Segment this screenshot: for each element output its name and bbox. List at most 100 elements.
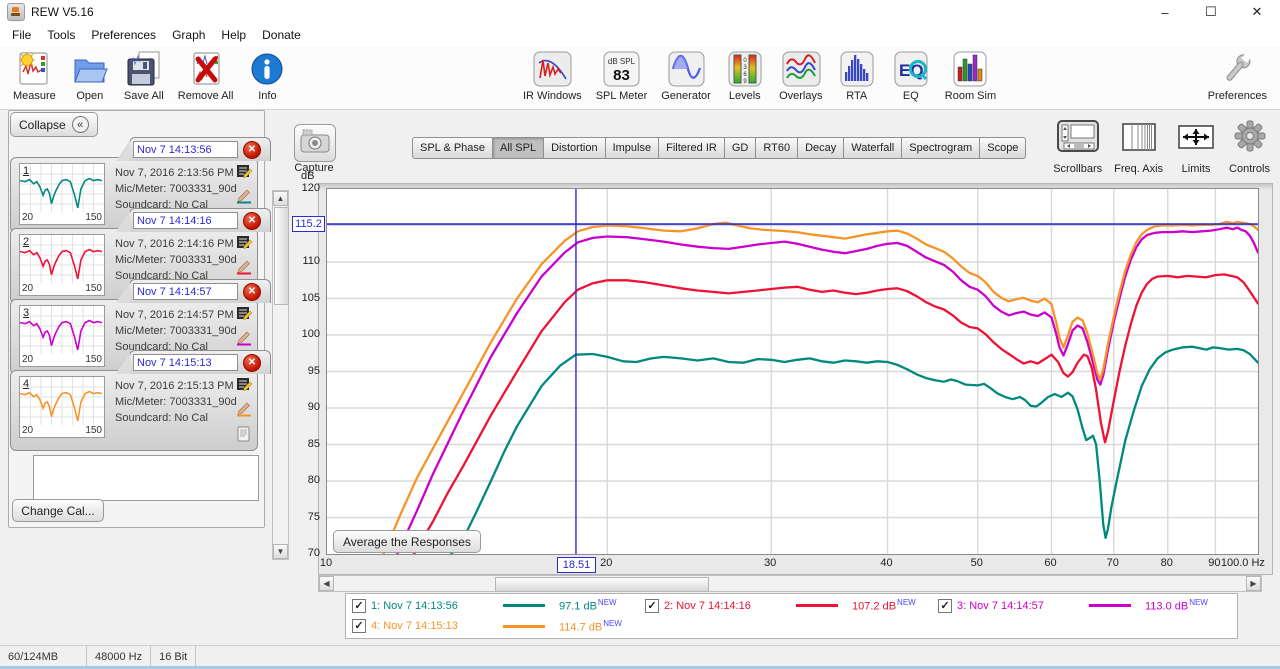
legend-checkbox[interactable]: ✓ [352, 599, 366, 613]
notes-icon[interactable] [236, 163, 252, 184]
toolbar-info-button[interactable]: Info [247, 50, 287, 102]
new-badge: NEW [603, 619, 622, 628]
menu-tools[interactable]: Tools [39, 25, 83, 45]
svg-text:83: 83 [614, 67, 631, 84]
y-axis-tick-label: 75 [286, 511, 320, 523]
trace-style-icon[interactable] [236, 188, 252, 209]
measurement-number: 1 [23, 165, 29, 177]
menu-graph[interactable]: Graph [164, 25, 213, 45]
frequency-scrollbar[interactable]: ◀ ▶ [318, 575, 1262, 592]
tab-spl-phase[interactable]: SPL & Phase [412, 137, 493, 159]
tab-gd[interactable]: GD [725, 137, 757, 159]
trace-style-icon[interactable] [236, 401, 252, 422]
limits-button[interactable]: Limits [1175, 118, 1217, 175]
toolbar-overlays-button[interactable]: Overlays [779, 50, 823, 102]
rta-icon [837, 50, 877, 88]
close-button[interactable]: ✕ [1234, 0, 1280, 24]
scrollbars-icon [1055, 118, 1101, 161]
legend-checkbox[interactable]: ✓ [352, 619, 366, 633]
measurement-thumbnail[interactable]: 220150 [19, 234, 105, 296]
toolbar-measure-button[interactable]: Measure [13, 50, 56, 102]
controls-button[interactable]: Controls [1229, 118, 1270, 175]
x-axis-tick-label: 70 [1107, 557, 1119, 569]
notes-icon[interactable] [236, 234, 252, 255]
toolbar-open-button[interactable]: Open [70, 50, 110, 102]
measurement-thumbnail[interactable]: 120150 [19, 163, 105, 225]
scrollbar-thumb[interactable] [495, 577, 709, 592]
measurement-name-input[interactable]: Nov 7 14:13:56 [133, 141, 238, 158]
measurement-thumbnail[interactable]: 420150 [19, 376, 105, 438]
menu-preferences[interactable]: Preferences [83, 25, 164, 45]
menu-bar: FileToolsPreferencesGraphHelpDonate [0, 24, 1280, 46]
toolbar-button-label: Generator [661, 90, 711, 102]
scroll-left-arrow[interactable]: ◀ [319, 576, 334, 591]
maximize-button[interactable]: ☐ [1188, 0, 1234, 24]
delete-measurement-button[interactable]: ✕ [243, 141, 261, 159]
toolbar-remove-all-button[interactable]: Remove All [178, 50, 234, 102]
cal-file-icon[interactable] [236, 426, 252, 447]
tab-impulse[interactable]: Impulse [606, 137, 660, 159]
tab-decay[interactable]: Decay [798, 137, 844, 159]
tab-all-spl[interactable]: All SPL [493, 137, 544, 159]
tab-scope[interactable]: Scope [980, 137, 1026, 159]
notes-icon[interactable] [236, 376, 252, 397]
svg-text:dB SPL: dB SPL [608, 57, 636, 66]
delete-measurement-button[interactable]: ✕ [243, 212, 261, 230]
capture-button[interactable] [294, 124, 336, 162]
legend-line-sample [1089, 604, 1131, 607]
toolbar-levels-button[interactable]: 0369Levels [725, 50, 765, 102]
legend-checkbox[interactable]: ✓ [645, 599, 659, 613]
menu-help[interactable]: Help [213, 25, 254, 45]
legend-series-name: 1: Nov 7 14:13:56 [371, 600, 503, 612]
toolbar-room-sim-button[interactable]: Room Sim [945, 50, 996, 102]
measurement-number: 3 [23, 307, 29, 319]
measurement-thumbnail[interactable]: 320150 [19, 305, 105, 367]
delete-measurement-button[interactable]: ✕ [243, 283, 261, 301]
measurement-mic: Mic/Meter: 7003331_90d [115, 181, 233, 197]
minimize-button[interactable]: – [1142, 0, 1188, 24]
scroll-right-arrow[interactable]: ▶ [1246, 576, 1261, 591]
measurement-name-input[interactable]: Nov 7 14:14:57 [133, 283, 238, 300]
measurement-header: Nov 7 14:14:57 ✕ [129, 279, 271, 303]
measurement-notes-input[interactable] [33, 455, 259, 501]
delete-measurement-button[interactable]: ✕ [243, 354, 261, 372]
toolbar-preferences-button[interactable]: Preferences [1208, 50, 1267, 102]
thumb-freq-max: 150 [85, 354, 102, 365]
measure-icon [14, 50, 54, 88]
toolbar-eq-button[interactable]: EQEQ [891, 50, 931, 102]
toolbar-save-all-button[interactable]: Save All [124, 50, 164, 102]
app-icon [7, 3, 25, 21]
thumb-freq-max: 150 [85, 283, 102, 294]
spl-chart-plot[interactable] [326, 188, 1259, 555]
collapse-sidebar-button[interactable]: Collapse « [10, 112, 98, 137]
legend-checkbox[interactable]: ✓ [938, 599, 952, 613]
change-cal-button[interactable]: Change Cal... [12, 499, 104, 522]
toolbar-button-label: Measure [13, 90, 56, 102]
legend-item: ✓4: Nov 7 14:15:13114.7 dBNEW [352, 619, 646, 634]
tab-distortion[interactable]: Distortion [544, 137, 605, 159]
toolbar-ir-windows-button[interactable]: IR Windows [523, 50, 582, 102]
tab-rt60[interactable]: RT60 [756, 137, 798, 159]
tab-filtered-ir[interactable]: Filtered IR [659, 137, 725, 159]
average-responses-button[interactable]: Average the Responses [333, 530, 481, 553]
chevron-left-icon: « [72, 116, 89, 133]
spl-meter-icon: dB SPL83 [599, 50, 643, 88]
tab-waterfall[interactable]: Waterfall [844, 137, 902, 159]
tab-spectrogram[interactable]: Spectrogram [902, 137, 980, 159]
measurement-name-input[interactable]: Nov 7 14:15:13 [133, 354, 238, 371]
toolbar-spl-meter-button[interactable]: dB SPL83SPL Meter [596, 50, 648, 102]
notes-icon[interactable] [236, 305, 252, 326]
new-badge: NEW [598, 598, 617, 607]
freq-axis-button[interactable]: Freq. Axis [1114, 118, 1163, 175]
menu-donate[interactable]: Donate [254, 25, 309, 45]
menu-file[interactable]: File [4, 25, 39, 45]
measurement-panel[interactable]: Nov 7 14:15:13✕420150Nov 7, 2016 2:15:13… [10, 370, 258, 451]
toolbar-generator-button[interactable]: Generator [661, 50, 711, 102]
trace-style-icon[interactable] [236, 330, 252, 351]
measurement-name-input[interactable]: Nov 7 14:14:16 [133, 212, 238, 229]
y-axis-tick-label: 120 [286, 182, 320, 194]
scrollbars-button[interactable]: Scrollbars [1053, 118, 1102, 175]
legend-cursor-value: 113.0 dBNEW [1145, 598, 1208, 613]
toolbar-rta-button[interactable]: RTA [837, 50, 877, 102]
trace-style-icon[interactable] [236, 259, 252, 280]
